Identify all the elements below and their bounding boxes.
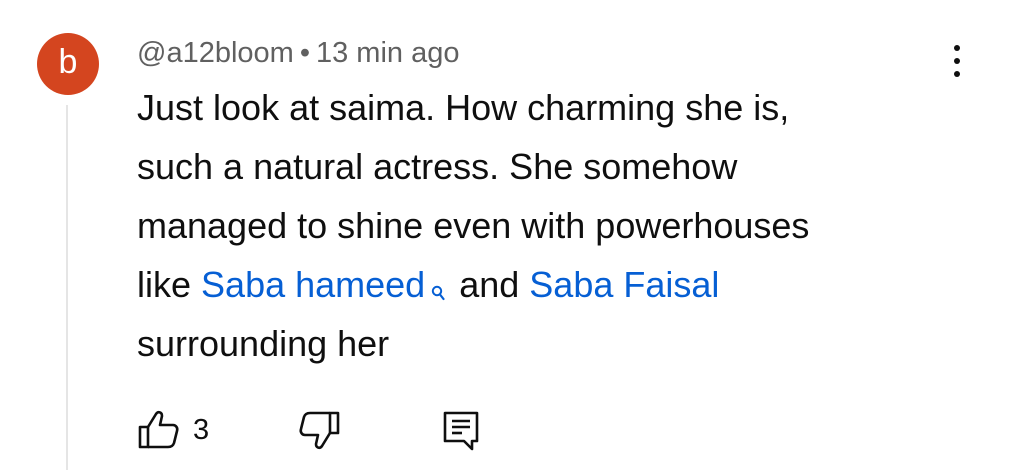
more-options-button[interactable] [942,43,972,83]
reply-comment-icon [443,411,479,451]
comment-line: managed to shine even with powerhouses [137,205,810,246]
meta-separator: • [299,37,310,69]
like-button[interactable]: 3 [137,410,227,450]
comment-time[interactable]: 13 min ago [316,37,460,69]
comment-line: such a natural actress. She somehow [137,146,738,187]
dislike-button[interactable] [297,410,347,450]
comment-item: b @a12bloom • 13 min ago Just look at saim… [0,0,1024,470]
thumb-up-icon [138,410,179,449]
thumb-down-icon [299,411,340,450]
search-icon[interactable] [431,261,445,301]
author-handle[interactable]: @a12bloom [137,37,294,69]
search-link-saba-faisal[interactable]: Saba Faisal [529,264,719,305]
reply-button[interactable] [442,410,487,451]
comment-text: like [137,264,202,305]
like-count: 3 [193,414,210,446]
comment-body: Just look at saima. How charming she is,… [137,78,937,373]
avatar-letter: b [58,43,78,81]
comment-line-with-links: like Saba hameed and Saba Faisal [137,255,937,314]
comment-header: @a12bloom • 13 min ago [137,36,459,70]
comment-line: surrounding her [137,323,390,364]
search-link-saba-hameed[interactable]: Saba hameed [201,264,425,305]
thread-line [66,105,68,470]
comment-text: and [459,264,530,305]
avatar[interactable]: b [37,33,99,95]
comment-line: Just look at saima. How charming she is, [137,87,790,128]
